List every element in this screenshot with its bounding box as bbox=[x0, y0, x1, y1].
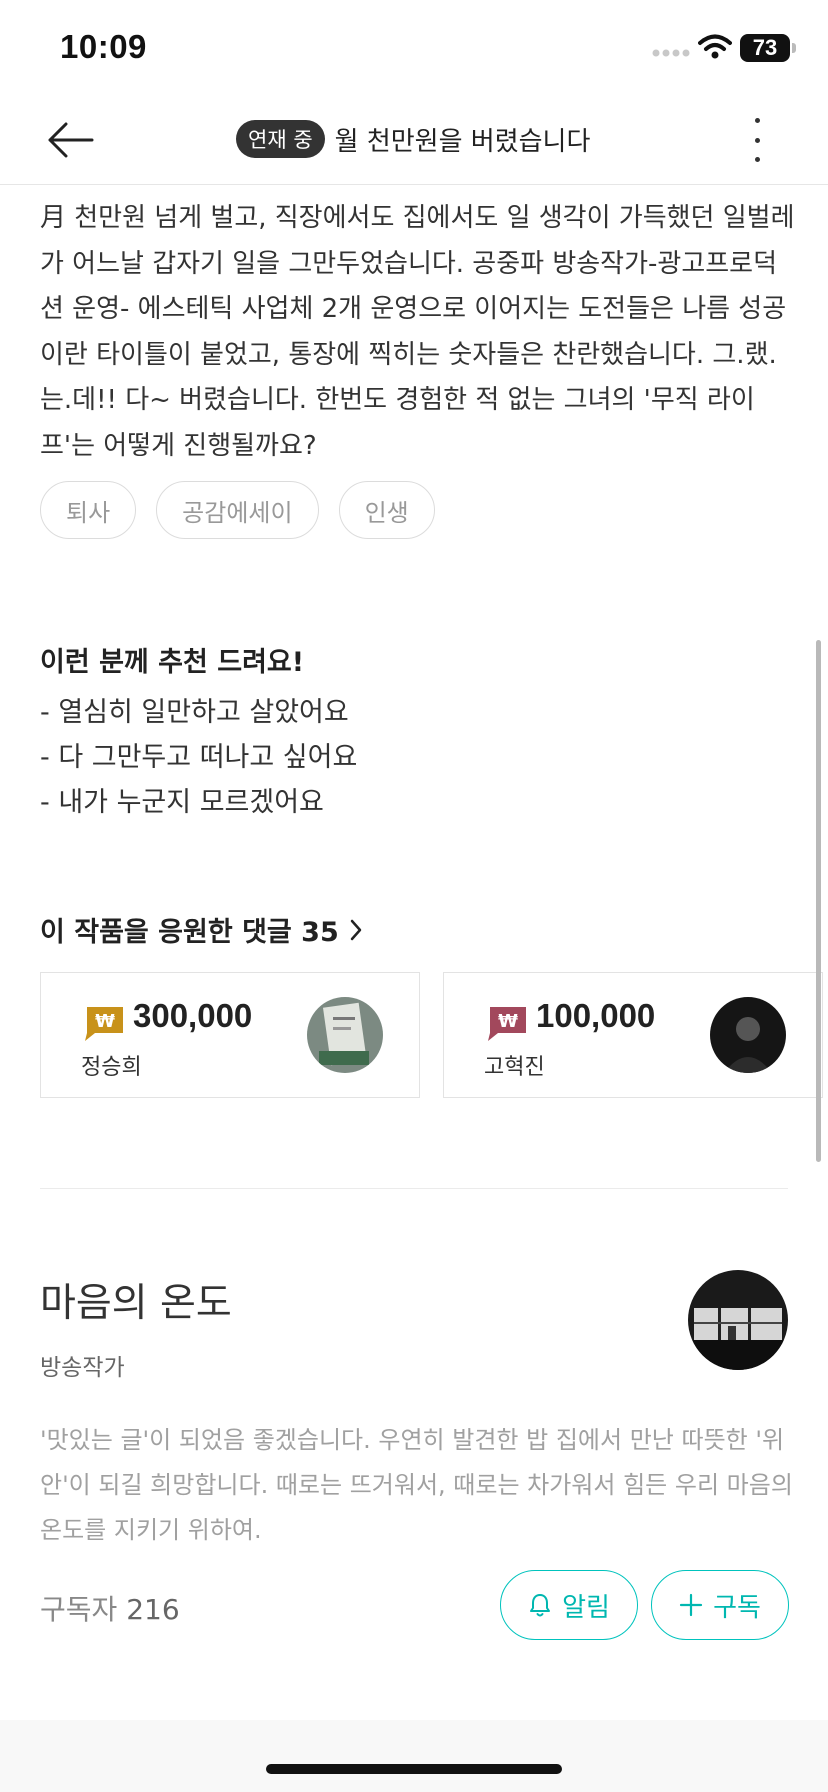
commenter-name: 정승희 bbox=[81, 1055, 142, 1080]
bell-icon bbox=[530, 1594, 551, 1617]
more-options-icon[interactable] bbox=[742, 118, 772, 162]
serializing-badge: 연재 중 bbox=[236, 120, 325, 158]
chevron-right-icon bbox=[350, 919, 361, 940]
recommend-item: - 열심히 일만하고 살았어요 bbox=[40, 697, 349, 728]
tag-chip[interactable]: 인생 bbox=[338, 481, 435, 539]
author-avatar[interactable] bbox=[688, 1270, 788, 1370]
plus-icon bbox=[679, 1593, 703, 1617]
alarm-label: 알림 bbox=[562, 1592, 610, 1623]
won-coin-icon: ₩ bbox=[85, 1007, 123, 1041]
wifi-icon bbox=[698, 34, 732, 59]
svg-text:₩: ₩ bbox=[95, 1011, 115, 1032]
comment-card[interactable]: ₩ 100,000 고혁진 bbox=[443, 972, 823, 1098]
status-time: 10:09 bbox=[60, 28, 147, 65]
bottom-bar bbox=[0, 1720, 828, 1792]
support-amount: 300,000 bbox=[133, 997, 253, 1034]
back-arrow-icon[interactable] bbox=[44, 120, 96, 160]
commenter-avatar bbox=[710, 997, 786, 1073]
subscriber-number: 216 bbox=[126, 1593, 180, 1626]
subscriber-label: 구독자 bbox=[40, 1593, 118, 1626]
home-indicator[interactable] bbox=[266, 1764, 562, 1774]
section-divider bbox=[40, 1188, 788, 1189]
recommend-item: - 내가 누군지 모르겠어요 bbox=[40, 787, 324, 818]
work-description: 月 천만원 넘게 벌고, 직장에서도 집에서도 일 생각이 가득했던 일벌레가 … bbox=[40, 203, 795, 461]
commenter-name: 고혁진 bbox=[484, 1055, 545, 1080]
recommend-item: - 다 그만두고 떠나고 싶어요 bbox=[40, 742, 358, 773]
author-name[interactable]: 마음의 온도 bbox=[40, 1272, 232, 1328]
title-text: 월 천만원을 버렸습니다 bbox=[334, 126, 591, 157]
battery-nub bbox=[792, 43, 796, 53]
header-divider bbox=[0, 184, 828, 185]
recommend-title: 이런 분께 추천 드려요! bbox=[40, 647, 305, 678]
subscriber-count: 구독자 216 bbox=[40, 1588, 180, 1628]
comment-card[interactable]: ₩ 300,000 정승희 bbox=[40, 972, 420, 1098]
comments-title: 이 작품을 응원한 댓글 35 bbox=[40, 917, 339, 948]
author-role: 방송작가 bbox=[40, 1355, 125, 1381]
page-title: 연재 중 월 천만원을 버렸습니다 bbox=[236, 120, 590, 158]
tag-chip[interactable]: 퇴사 bbox=[40, 481, 137, 539]
commenter-avatar bbox=[307, 997, 383, 1073]
author-bio: '맛있는 글'이 되었음 좋겠습니다. 우연히 발견한 밥 집에서 만난 따뜻한… bbox=[40, 1426, 793, 1544]
cellular-signal-icon bbox=[652, 49, 690, 57]
comments-header[interactable]: 이 작품을 응원한 댓글 35 bbox=[40, 910, 363, 949]
alarm-button[interactable]: 알림 bbox=[500, 1570, 638, 1640]
subscribe-label: 구독 bbox=[713, 1592, 761, 1623]
won-coin-icon: ₩ bbox=[488, 1007, 526, 1041]
scrollbar[interactable] bbox=[816, 640, 821, 1162]
battery-indicator: 73 bbox=[740, 34, 790, 62]
svg-text:₩: ₩ bbox=[498, 1011, 518, 1032]
subscribe-button[interactable]: 구독 bbox=[651, 1570, 789, 1640]
tag-list: 퇴사 공감에세이 인생 bbox=[40, 481, 435, 539]
recommend-list: - 열심히 일만하고 살았어요 - 다 그만두고 떠나고 싶어요 - 내가 누군… bbox=[40, 690, 357, 825]
tag-chip[interactable]: 공감에세이 bbox=[156, 481, 319, 539]
support-amount: 100,000 bbox=[536, 997, 656, 1034]
